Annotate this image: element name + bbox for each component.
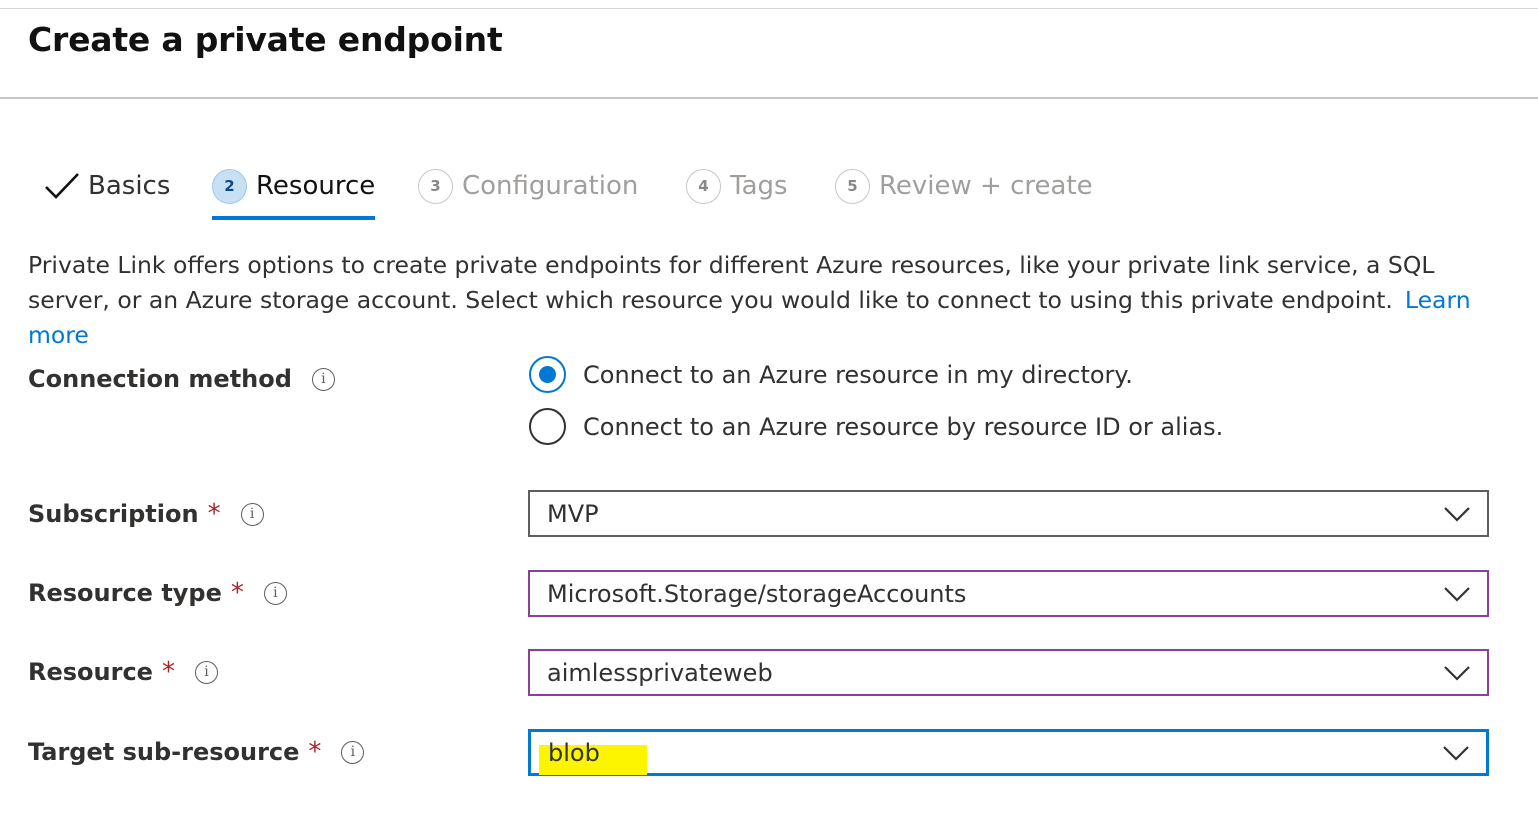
radio-option-directory[interactable]: Connect to an Azure resource in my direc…	[529, 356, 1133, 393]
resource-label: Resource * i	[28, 657, 218, 687]
info-icon[interactable]: i	[311, 367, 335, 391]
chevron-down-icon	[1444, 586, 1470, 602]
tab-label: Basics	[88, 171, 171, 201]
tab-label: Tags	[730, 171, 788, 201]
dropdown-value: blob	[539, 738, 647, 775]
tab-basics[interactable]: Basics	[44, 164, 170, 222]
tab-label: Configuration	[462, 171, 639, 201]
field-label-text: Resource type	[28, 579, 222, 607]
required-asterisk: *	[230, 578, 244, 608]
radio-option-resource-id[interactable]: Connect to an Azure resource by resource…	[529, 408, 1223, 445]
radio-button[interactable]	[529, 408, 566, 445]
chevron-down-icon	[1444, 665, 1470, 681]
description-text: Private Link offers options to create pr…	[28, 251, 1435, 314]
tab-tags[interactable]: 4 Tags	[686, 164, 788, 222]
step-number-icon: 2	[212, 168, 247, 204]
info-icon[interactable]: i	[194, 660, 218, 684]
page: Create a private endpoint Basics 2 Resou…	[0, 0, 1538, 822]
resource-type-label: Resource type * i	[28, 578, 287, 608]
page-title: Create a private endpoint	[28, 20, 503, 59]
tab-resource[interactable]: 2 Resource	[212, 164, 376, 222]
step-number-icon: 3	[418, 168, 453, 204]
chevron-down-icon	[1443, 745, 1469, 761]
field-label-text: Connection method	[28, 365, 292, 393]
radio-label: Connect to an Azure resource by resource…	[583, 412, 1224, 441]
required-asterisk: *	[207, 499, 221, 529]
checkmark-icon	[45, 173, 79, 199]
active-tab-indicator	[212, 216, 376, 220]
dropdown-value: aimlessprivateweb	[547, 658, 773, 687]
radio-dot	[539, 366, 556, 383]
subscription-dropdown[interactable]: MVP	[528, 490, 1489, 537]
field-label-text: Target sub-resource	[28, 738, 300, 766]
subscription-label: Subscription * i	[28, 499, 264, 529]
info-icon[interactable]: i	[263, 581, 287, 605]
connection-method-label: Connection method i	[28, 365, 335, 393]
required-asterisk: *	[308, 737, 322, 767]
step-number-icon: 4	[686, 168, 721, 204]
step-number-icon: 5	[835, 168, 870, 204]
tab-configuration[interactable]: 3 Configuration	[418, 164, 638, 222]
dropdown-value: MVP	[547, 499, 599, 528]
field-label-text: Resource	[28, 658, 153, 686]
top-divider	[0, 8, 1538, 9]
radio-button-selected[interactable]	[529, 356, 566, 393]
dropdown-value-text: blob	[548, 738, 600, 767]
radio-label: Connect to an Azure resource in my direc…	[583, 360, 1133, 389]
chevron-down-icon	[1444, 506, 1470, 522]
target-sub-resource-label: Target sub-resource * i	[28, 737, 365, 767]
required-asterisk: *	[161, 657, 175, 687]
tab-review-create[interactable]: 5 Review + create	[835, 164, 1093, 222]
dropdown-value: Microsoft.Storage/storageAccounts	[547, 579, 967, 608]
info-icon[interactable]: i	[341, 740, 365, 764]
resource-type-dropdown[interactable]: Microsoft.Storage/storageAccounts	[528, 570, 1489, 617]
resource-dropdown[interactable]: aimlessprivateweb	[528, 649, 1489, 696]
tab-label: Resource	[256, 171, 376, 201]
header-divider	[0, 97, 1538, 99]
target-sub-resource-dropdown[interactable]: blob	[528, 729, 1489, 776]
tab-label: Review + create	[879, 171, 1093, 201]
field-label-text: Subscription	[28, 500, 199, 528]
info-icon[interactable]: i	[240, 502, 264, 526]
description: Private Link offers options to create pr…	[28, 248, 1508, 353]
